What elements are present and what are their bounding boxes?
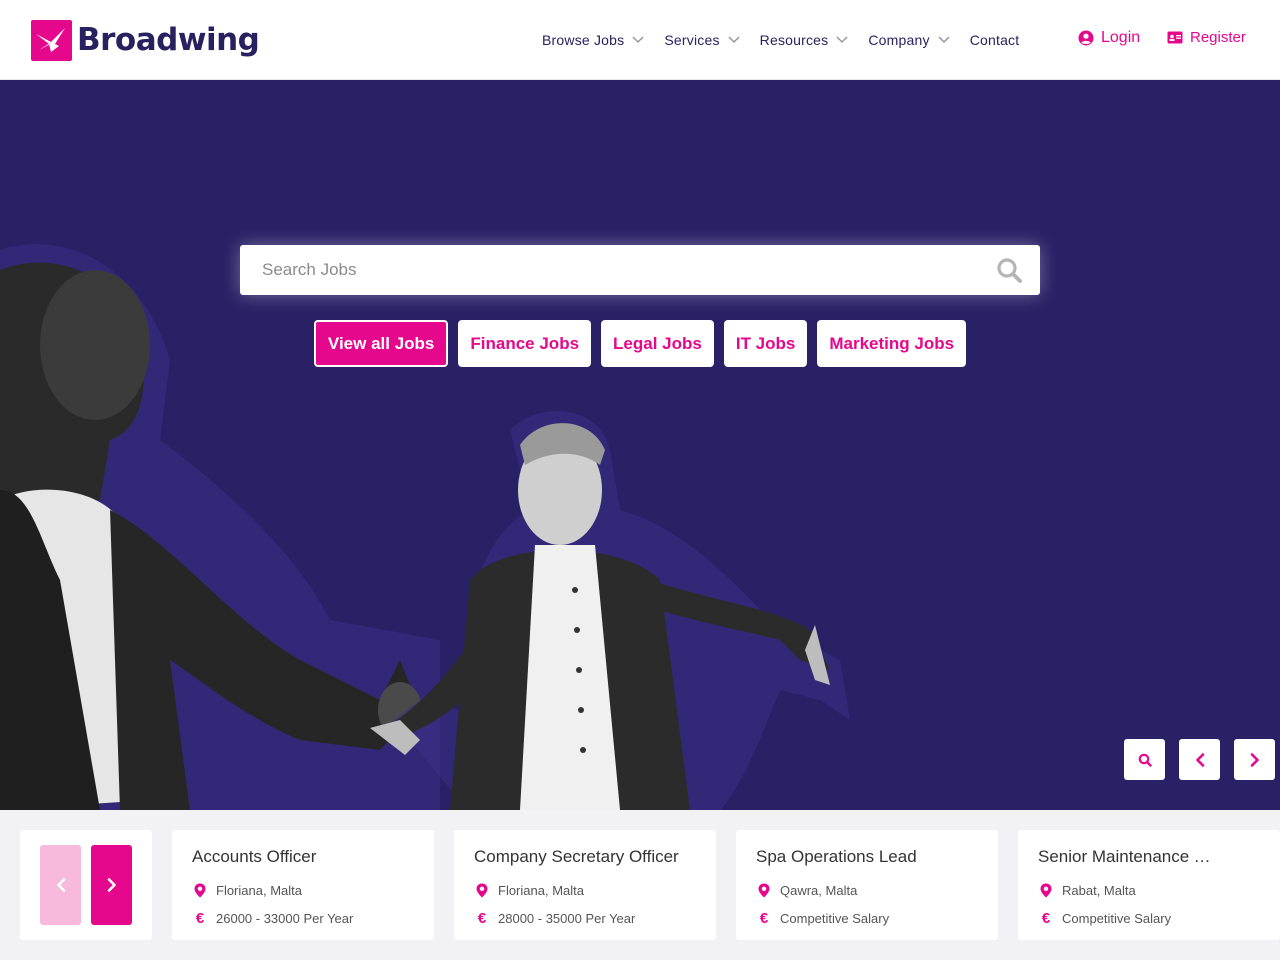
broadwing-logo[interactable]: Broadwing [31, 19, 260, 61]
chevron-down-icon [728, 36, 740, 43]
search-input[interactable] [262, 246, 992, 294]
job-location: Qawra, Malta [756, 883, 857, 898]
job-title[interactable]: Company Secretary Officer [474, 847, 699, 867]
map-marker-icon [756, 883, 772, 898]
register-link[interactable]: Register [1167, 29, 1246, 46]
location-text: Floriana, Malta [498, 883, 584, 898]
job-title[interactable]: Accounts Officer [192, 847, 417, 867]
job-card[interactable]: Senior Maintenance Technician Rabat, Mal… [1018, 830, 1280, 940]
job-location: Floriana, Malta [192, 883, 302, 898]
nav-company[interactable]: Company [868, 32, 950, 48]
login-link[interactable]: Login [1078, 29, 1140, 47]
location-text: Rabat, Malta [1062, 883, 1136, 898]
job-salary: € 28000 - 35000 Per Year [474, 910, 636, 927]
site-header: Broadwing Browse Jobs Services Resources… [0, 0, 1280, 80]
job-card[interactable]: Spa Operations Lead Qawra, Malta € Compe… [736, 830, 998, 940]
euro-icon: € [477, 910, 487, 927]
nav-services[interactable]: Services [664, 32, 740, 48]
job-location: Rabat, Malta [1038, 883, 1136, 898]
euro-icon: € [1041, 910, 1051, 927]
nav-label: Browse Jobs [542, 32, 625, 48]
euro-icon: € [195, 910, 205, 927]
featured-jobs-strip: Accounts Officer Floriana, Malta € 26000… [0, 810, 1280, 960]
chevron-down-icon [632, 36, 644, 43]
hero-next-button[interactable] [1234, 739, 1275, 780]
jobs-carousel-nav [20, 830, 152, 940]
euro-icon: € [759, 910, 769, 927]
job-category-tags: View all Jobs Finance Jobs Legal Jobs IT… [0, 320, 1280, 367]
nav-resources[interactable]: Resources [760, 32, 849, 48]
hero-person-center-image [370, 411, 850, 810]
user-circle-icon [1078, 30, 1094, 46]
tag-it-jobs[interactable]: IT Jobs [723, 320, 808, 367]
map-marker-icon [1038, 883, 1054, 898]
bird-logo-icon [31, 19, 72, 61]
chevron-down-icon [938, 36, 950, 43]
salary-text: Competitive Salary [780, 911, 890, 926]
nav-browse-jobs[interactable]: Browse Jobs [542, 32, 644, 48]
chevron-right-icon [107, 878, 116, 892]
register-label: Register [1190, 29, 1246, 46]
nav-label: Contact [969, 32, 1020, 48]
job-card[interactable]: Accounts Officer Floriana, Malta € 26000… [172, 830, 434, 940]
job-title[interactable]: Spa Operations Lead [756, 847, 981, 867]
salary-text: 28000 - 35000 Per Year [498, 911, 636, 926]
chevron-right-icon [1250, 752, 1259, 767]
location-text: Floriana, Malta [216, 883, 302, 898]
hero-prev-button[interactable] [1179, 739, 1220, 780]
salary-text: Competitive Salary [1062, 911, 1172, 926]
nav-label: Resources [759, 32, 829, 48]
chevron-down-icon [836, 36, 848, 43]
jobs-next-button[interactable] [91, 845, 132, 925]
id-card-icon [1167, 31, 1183, 44]
nav-label: Company [868, 32, 930, 48]
chevron-left-icon [1195, 752, 1204, 767]
tag-finance-jobs[interactable]: Finance Jobs [458, 320, 592, 367]
hero-search-button[interactable] [1124, 739, 1165, 780]
job-salary: € Competitive Salary [1038, 910, 1171, 927]
job-card[interactable]: Company Secretary Officer Floriana, Malt… [454, 830, 716, 940]
tag-legal-jobs[interactable]: Legal Jobs [601, 320, 714, 367]
job-salary: € Competitive Salary [756, 910, 889, 927]
job-location: Floriana, Malta [474, 883, 584, 898]
chevron-left-icon [56, 878, 65, 892]
salary-text: 26000 - 33000 Per Year [216, 911, 354, 926]
login-label: Login [1101, 29, 1141, 46]
tag-view-all-jobs[interactable]: View all Jobs [313, 320, 449, 367]
map-marker-icon [474, 883, 490, 898]
search-icon [1138, 753, 1152, 767]
search-icon[interactable] [996, 257, 1022, 283]
location-text: Qawra, Malta [780, 883, 858, 898]
nav-contact[interactable]: Contact [970, 32, 1020, 48]
hero-banner: View all Jobs Finance Jobs Legal Jobs IT… [0, 80, 1280, 810]
map-marker-icon [192, 883, 208, 898]
job-title[interactable]: Senior Maintenance Technician [1038, 847, 1218, 867]
jobs-prev-button[interactable] [40, 845, 81, 925]
tag-marketing-jobs[interactable]: Marketing Jobs [817, 320, 967, 367]
job-search-bar [240, 245, 1040, 295]
nav-label: Services [664, 32, 720, 48]
brand-name: Broadwing [77, 22, 260, 58]
main-nav: Browse Jobs Services Resources Company C… [542, 30, 1039, 50]
job-salary: € 26000 - 33000 Per Year [192, 910, 354, 927]
